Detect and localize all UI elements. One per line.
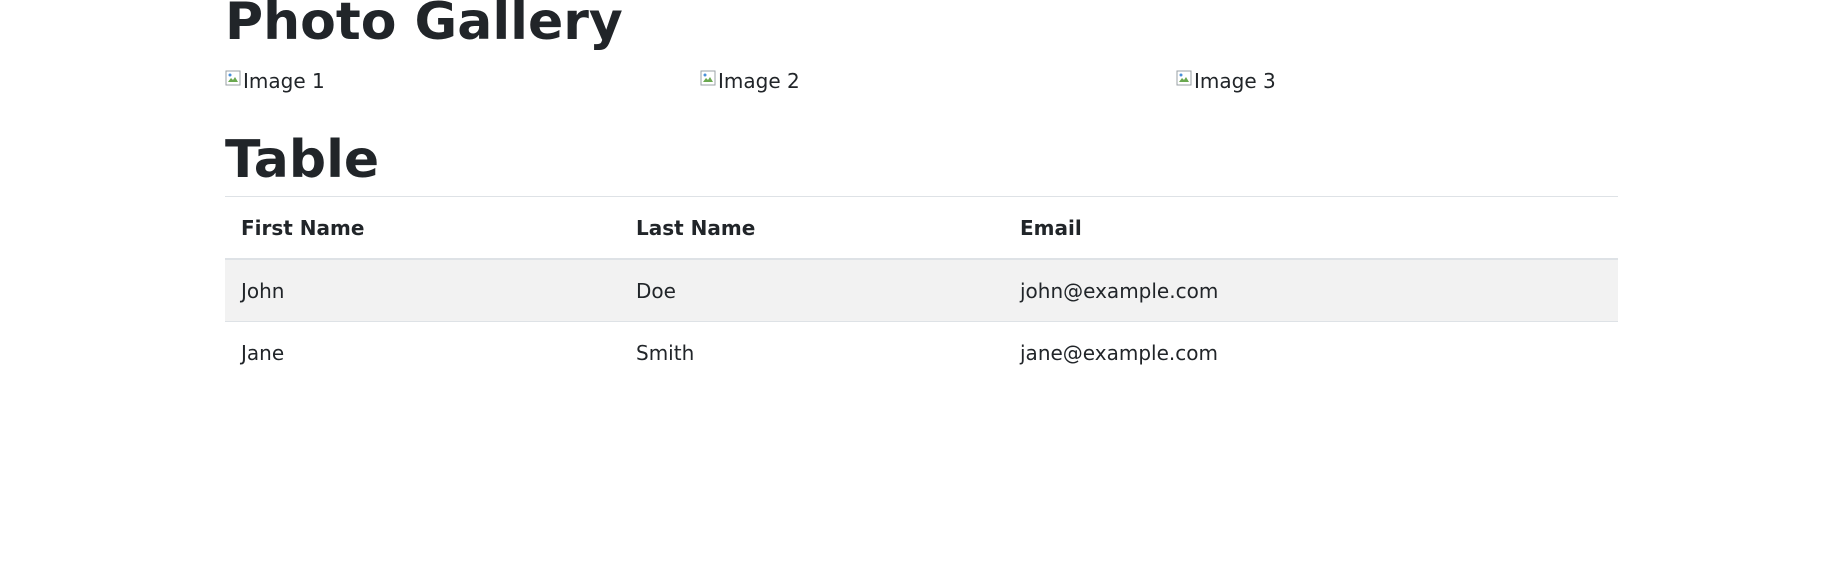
table-title: Table [225,130,380,190]
gallery-image-alt: Image 2 [718,69,800,93]
table-row: Jane Smith jane@example.com [225,322,1618,384]
cell-email: john@example.com [1020,278,1219,303]
table-header-row: First Name Last Name Email [225,196,1618,259]
gallery-image-1: Image 1 [225,67,325,95]
column-header-last-name: Last Name [636,215,756,240]
table-row: John Doe john@example.com [225,259,1618,322]
gallery-title: Photo Gallery [225,0,623,52]
cell-last-name: Doe [636,278,676,303]
broken-image-icon [700,70,716,86]
cell-last-name: Smith [636,340,695,365]
gallery-image-alt: Image 1 [243,69,325,93]
cell-email: jane@example.com [1020,340,1218,365]
column-header-email: Email [1020,215,1082,240]
broken-image-icon [1176,70,1192,86]
broken-image-icon [225,70,241,86]
column-header-first-name: First Name [241,215,365,240]
cell-first-name: Jane [241,340,285,365]
gallery-image-3: Image 3 [1176,67,1276,95]
data-table: First Name Last Name Email John Doe john… [225,196,1618,383]
page: Photo Gallery Image 1 Image 2 Image 3 Ta… [0,0,1830,582]
gallery-row: Image 1 Image 2 Image 3 [225,67,1618,95]
gallery-image-2: Image 2 [700,67,800,95]
cell-first-name: John [241,278,285,303]
gallery-image-alt: Image 3 [1194,69,1276,93]
